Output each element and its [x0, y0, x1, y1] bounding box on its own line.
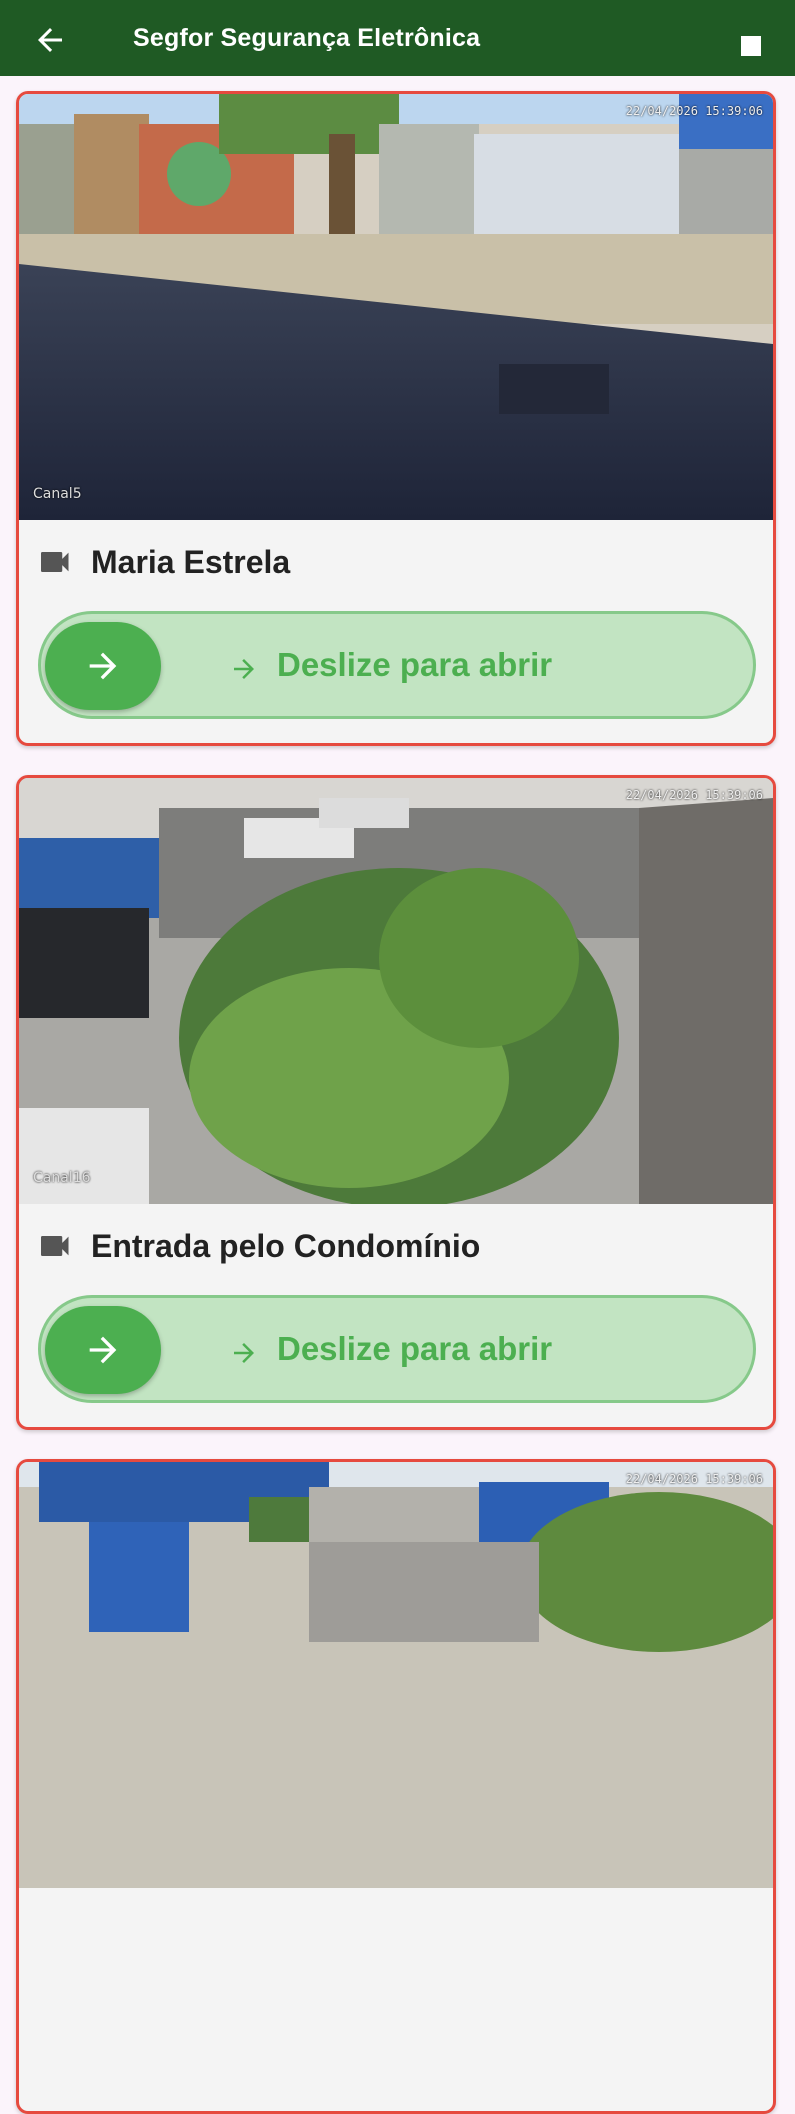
slider-knob[interactable]	[45, 622, 161, 710]
camera-card: 22/04/2026 15:39:06 Canal16 Entrada pelo…	[16, 775, 776, 1430]
app-bar: Segfor Segurança Eletrônica	[0, 0, 795, 76]
slide-to-open[interactable]: Deslize para abrir	[38, 611, 756, 719]
arrow-forward-icon	[234, 1343, 254, 1363]
camera-card: 22/04/2026 15:39:06 Canal5 Maria Estrela…	[16, 91, 776, 746]
feed-timestamp: 22/04/2026 15:39:06	[625, 788, 763, 802]
camera-title-row: Entrada pelo Condomínio	[41, 1224, 741, 1268]
feed-timestamp: 22/04/2026 15:39:06	[625, 104, 763, 118]
camera-card: 22/04/2026 15:39:06	[16, 1459, 776, 2114]
page-title: Segfor Segurança Eletrônica	[133, 24, 481, 52]
camera-feed[interactable]: 22/04/2026 15:39:06	[19, 1462, 773, 1888]
videocam-icon	[41, 552, 69, 572]
slider-label: Deslize para abrir	[277, 646, 553, 683]
slider-knob[interactable]	[45, 1306, 161, 1394]
camera-name: Maria Estrela	[91, 544, 291, 580]
feed-timestamp: 22/04/2026 15:39:06	[625, 1472, 763, 1486]
slider-label: Deslize para abrir	[277, 1330, 553, 1367]
camera-title-row: Maria Estrela	[41, 540, 741, 584]
camera-name: Entrada pelo Condomínio	[91, 1228, 481, 1264]
stop-icon[interactable]	[741, 36, 761, 56]
arrow-forward-icon	[89, 652, 117, 680]
camera-feed[interactable]: 22/04/2026 15:39:06 Canal16	[19, 778, 773, 1204]
feed-channel: Canal5	[33, 486, 82, 502]
arrow-back-icon[interactable]	[32, 22, 68, 58]
camera-feed[interactable]: 22/04/2026 15:39:06 Canal5	[19, 94, 773, 520]
feed-channel: Canal16	[33, 1170, 91, 1186]
arrow-forward-icon	[89, 1336, 117, 1364]
slide-to-open[interactable]: Deslize para abrir	[38, 1295, 756, 1403]
videocam-icon	[41, 1236, 69, 1256]
arrow-forward-icon	[234, 659, 254, 679]
